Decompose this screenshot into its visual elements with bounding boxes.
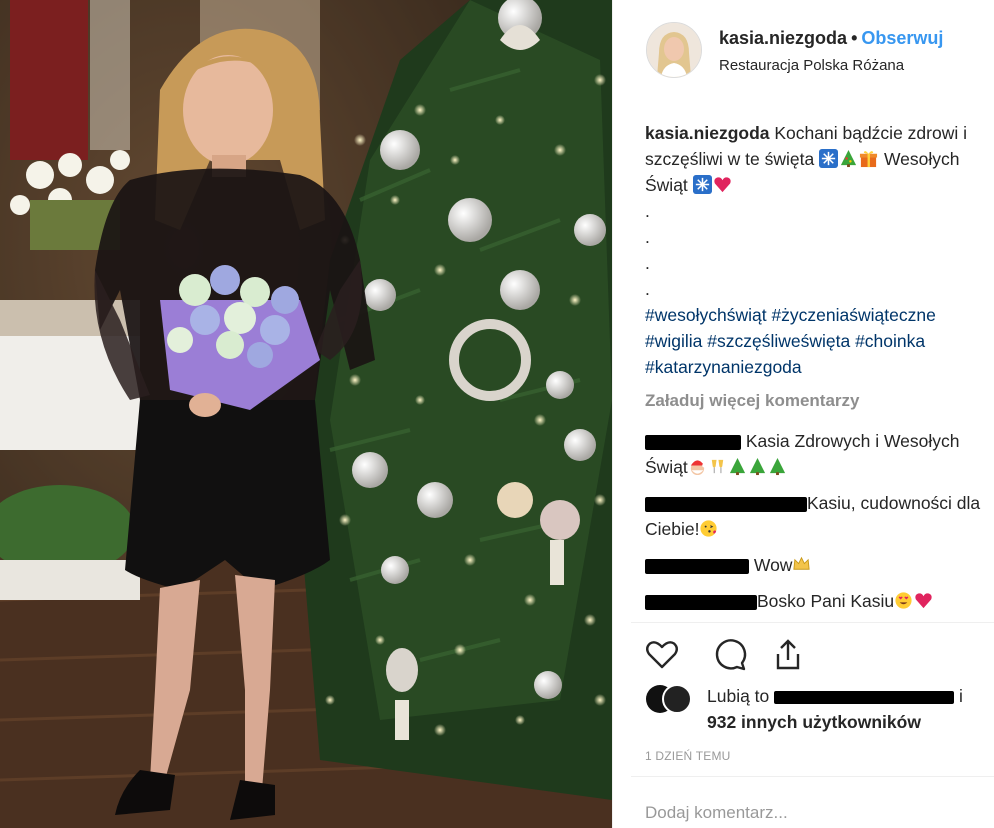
post-header: kasia.niezgoda • Obserwuj Restauracja Pols… [613, 0, 994, 100]
comment-item: Bosko Pani Kasiu [645, 588, 994, 614]
dot-line: . [645, 201, 650, 221]
comment-bubble-icon [715, 639, 747, 671]
location-link[interactable]: Restauracja Polska Różana [719, 57, 904, 74]
redacted-username [645, 434, 741, 450]
comment-button[interactable] [713, 636, 751, 674]
red-heart-icon [915, 593, 932, 609]
likes-line: Lubią to i [707, 686, 963, 707]
redacted-liker-name[interactable] [774, 690, 955, 704]
christmas-tree-icon [749, 457, 765, 476]
dot-line: . [645, 227, 650, 247]
load-more-comments-button[interactable]: Załaduj więcej komentarzy [645, 388, 994, 414]
snowflake-icon [819, 149, 839, 168]
santa-icon [690, 460, 706, 476]
separator-dot: • [851, 28, 858, 48]
clinking-glasses-icon [711, 459, 723, 474]
dot-line: . [645, 279, 650, 299]
crown-icon [793, 556, 811, 570]
divider [631, 776, 994, 777]
christmas-tree-icon [769, 457, 785, 476]
comment-text: Bosko Pani Kasiu [757, 591, 895, 611]
caption-username[interactable]: kasia.niezgoda [645, 123, 770, 143]
username-row: kasia.niezgoda • Obserwuj [719, 28, 943, 49]
likes-count[interactable]: 932 innych użytkowników [707, 712, 921, 733]
post-photo[interactable] [0, 0, 612, 828]
redacted-username [645, 594, 757, 610]
divider [631, 622, 994, 623]
caption-dots: . . . . [645, 198, 994, 302]
gift-icon [860, 151, 878, 168]
share-button[interactable] [769, 636, 807, 674]
dot-line: . [645, 253, 650, 273]
redacted-username [645, 496, 807, 512]
comment-item: Wow [645, 552, 994, 578]
comments-section: kasia.niezgoda Kochani bądźcie zdrowi i … [645, 120, 994, 620]
christmas-tree-photo [0, 0, 612, 828]
username-link[interactable]: kasia.niezgoda [719, 28, 847, 48]
comment-item: Kasia Zdrowych i Wesołych Świąt [645, 428, 994, 480]
likes-suffix: i [959, 686, 963, 706]
like-button[interactable] [643, 636, 681, 674]
comment-item: Kasiu, cudowności dla Ciebie! [645, 490, 994, 542]
christmas-tree-icon [840, 149, 857, 168]
share-upload-icon [776, 639, 800, 670]
red-heart-icon [714, 177, 731, 193]
post-caption: kasia.niezgoda Kochani bądźcie zdrowi i … [645, 120, 994, 198]
snowflake-icon [692, 175, 712, 194]
kissing-face-icon [700, 520, 718, 537]
post-timestamp[interactable]: 1 DZIEŃ TEMU [645, 749, 731, 763]
comment-text: Wow [753, 555, 793, 575]
add-comment-input[interactable] [645, 803, 975, 823]
post-details-panel: kasia.niezgoda • Obserwuj Restauracja Pols… [612, 0, 994, 828]
christmas-tree-icon [729, 457, 745, 476]
profile-avatar[interactable] [646, 22, 702, 78]
heart-outline-icon [646, 641, 678, 669]
follow-button[interactable]: Obserwuj [861, 28, 943, 48]
redacted-username [645, 558, 749, 574]
hashtags[interactable]: #wesołychświąt #życzeniaświąteczne #wigi… [645, 302, 994, 380]
heart-eyes-icon [895, 592, 912, 609]
likes-prefix: Lubią to [707, 686, 770, 706]
liker-avatars-icon[interactable] [645, 684, 693, 714]
